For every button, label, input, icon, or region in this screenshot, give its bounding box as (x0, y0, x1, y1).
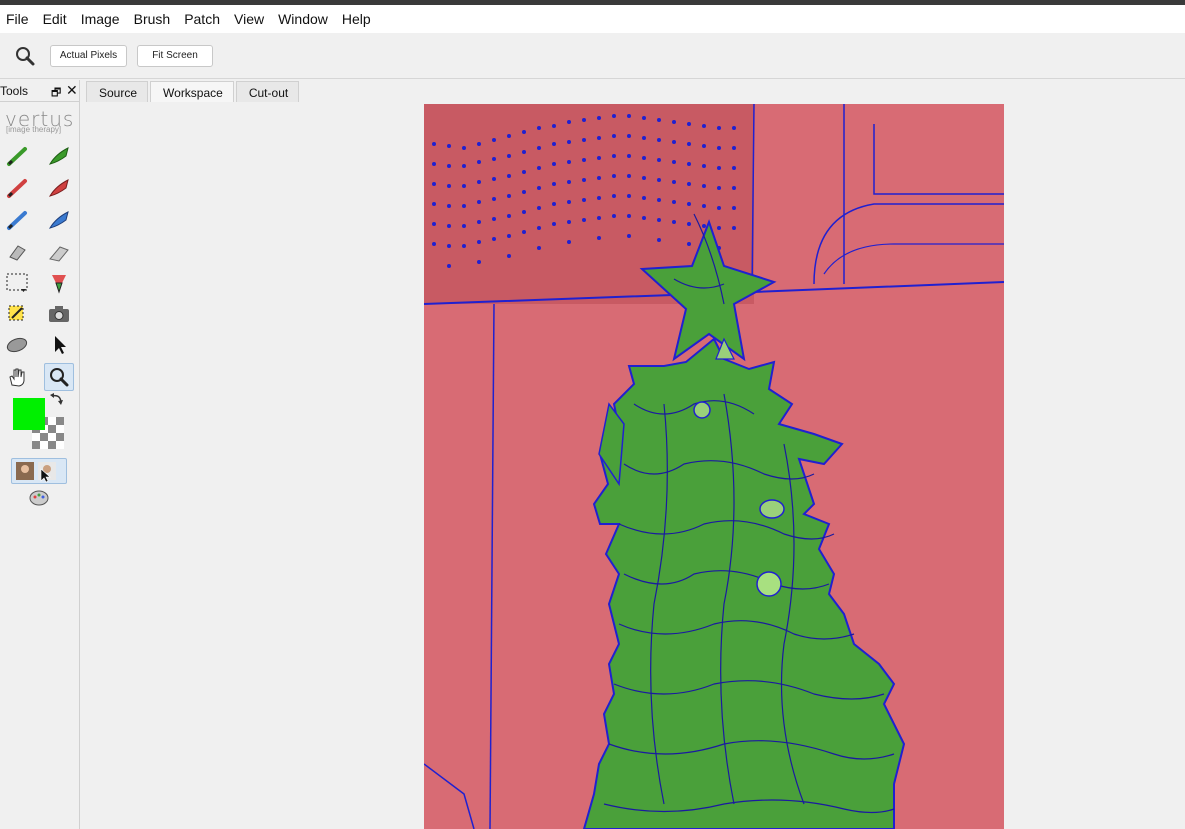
vertus-logo-subtitle: [image therapy] (6, 125, 62, 134)
magnifier-icon[interactable] (14, 45, 36, 67)
fit-screen-button[interactable]: Fit Screen (137, 45, 213, 67)
actual-pixels-button[interactable]: Actual Pixels (50, 45, 127, 67)
camera-icon[interactable] (46, 302, 72, 326)
smudge-icon[interactable] (4, 333, 30, 357)
keep-pencil-icon[interactable] (4, 144, 30, 168)
pen-tool-icon[interactable] (46, 271, 72, 295)
restore-icon[interactable]: 🗗 (51, 84, 61, 103)
menu-bar: File Edit Image Brush Patch View Window … (0, 5, 1185, 33)
menu-file[interactable]: File (0, 5, 37, 33)
toolbar: Actual Pixels Fit Screen (0, 33, 1185, 79)
selection-rect-icon[interactable] (4, 271, 30, 295)
menu-image[interactable]: Image (75, 5, 128, 33)
menu-help[interactable]: Help (336, 5, 379, 33)
edge-pencil-icon[interactable] (4, 208, 30, 232)
menu-view[interactable]: View (228, 5, 272, 33)
image-canvas[interactable] (424, 104, 1004, 829)
keep-brush-icon[interactable] (46, 144, 72, 168)
edge-brush-icon[interactable] (46, 208, 72, 232)
hand-pan-icon[interactable] (4, 365, 30, 389)
menu-edit[interactable]: Edit (37, 5, 75, 33)
menu-window[interactable]: Window (272, 5, 336, 33)
menu-patch[interactable]: Patch (178, 5, 228, 33)
brush-eraser-icon[interactable] (46, 240, 72, 264)
tools-panel-title: Tools (0, 84, 29, 98)
tools-panel-header: Tools 🗗 ✕ (0, 80, 80, 102)
tab-source[interactable]: Source (86, 81, 149, 103)
menu-brush[interactable]: Brush (128, 5, 179, 33)
arrow-pointer-icon[interactable] (46, 333, 72, 357)
view-tabs: Source Workspace Cut-out (86, 81, 301, 103)
tab-cut-out[interactable]: Cut-out (235, 81, 300, 103)
segmentation-overlay (424, 104, 1004, 829)
foreground-color-swatch[interactable] (13, 398, 45, 430)
tab-workspace[interactable]: Workspace (150, 81, 234, 103)
remove-brush-icon[interactable] (46, 176, 72, 200)
remove-pencil-icon[interactable] (4, 176, 30, 200)
palette-icon[interactable] (27, 488, 51, 508)
swap-colors-icon[interactable] (48, 392, 66, 408)
compare-view-icon[interactable] (11, 458, 67, 484)
close-icon[interactable]: ✕ (66, 82, 78, 99)
magic-select-icon[interactable] (4, 302, 30, 326)
tools-panel: Tools 🗗 ✕ vertus [image therapy] (0, 80, 80, 829)
eraser-icon[interactable] (4, 240, 30, 264)
zoom-tool-icon[interactable] (44, 363, 74, 391)
